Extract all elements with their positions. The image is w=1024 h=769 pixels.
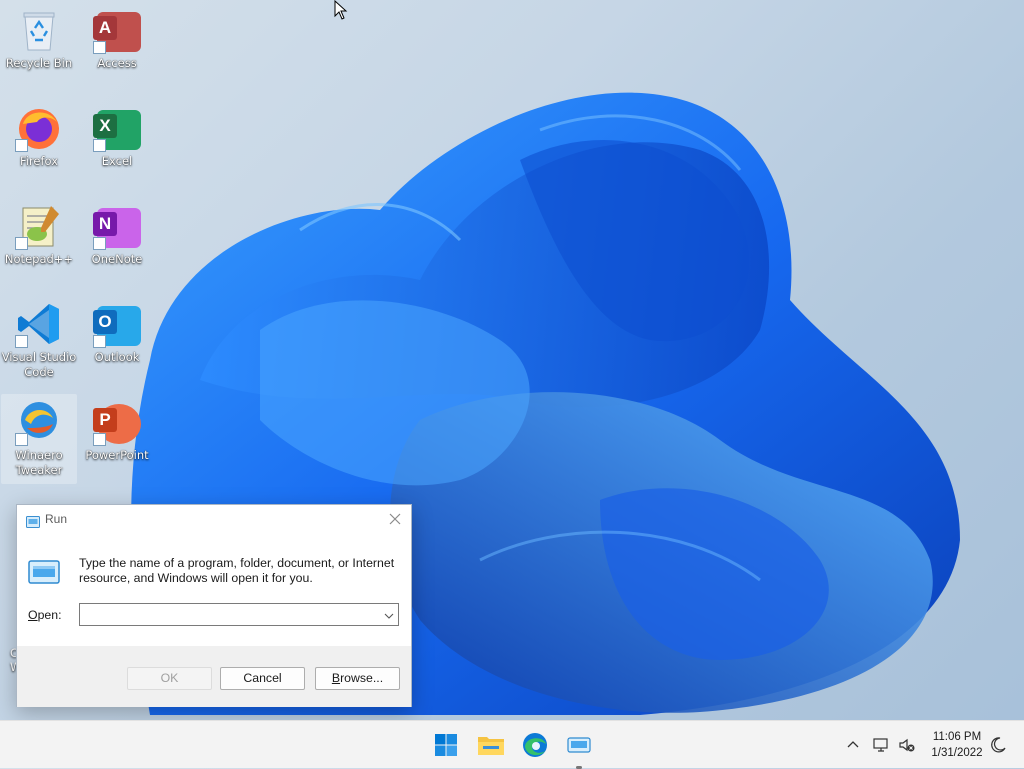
volume-muted-icon[interactable] (897, 735, 917, 755)
desktop-icon-notepad-plus-plus[interactable]: Notepad++ (1, 198, 77, 288)
taskbar-file-explorer[interactable] (475, 729, 507, 761)
browse-button[interactable]: Browse... (315, 667, 400, 690)
desktop-icon-recycle-bin[interactable]: Recycle Bin (1, 2, 77, 92)
taskbar: 11:06 PM 1/31/2022 (0, 720, 1024, 769)
mouse-cursor-icon (334, 0, 348, 20)
run-icon (26, 513, 40, 532)
desktop-icon-onenote[interactable]: N OneNote (79, 198, 155, 288)
desktop-icon-excel[interactable]: X Excel (79, 100, 155, 190)
desktop-icon-label: PowerPoint (85, 448, 149, 462)
desktop-icon-label: Notepad++ (4, 252, 74, 266)
desktop-icon-label: Excel (101, 154, 133, 168)
night-light-icon[interactable] (988, 735, 1008, 755)
desktop-icon-label: Visual Studio Code (1, 350, 77, 379)
desktop-icon-firefox[interactable]: Firefox (1, 100, 77, 190)
desktop-icon-label: Firefox (19, 154, 59, 168)
clock-date: 1/31/2022 (931, 747, 983, 759)
ok-button[interactable]: OK (127, 667, 212, 690)
show-hidden-icons-chevron-icon[interactable] (843, 735, 863, 755)
open-label: Open: (28, 608, 62, 622)
close-icon[interactable] (387, 511, 403, 527)
onenote-icon: N (93, 202, 141, 250)
start-button[interactable] (430, 729, 462, 761)
run-program-icon (28, 560, 60, 588)
desktop-icon-access[interactable]: A Access (79, 2, 155, 92)
run-dialog-title: Run (45, 512, 68, 526)
vscode-icon (15, 300, 63, 348)
powerpoint-icon: P (93, 398, 141, 446)
network-icon[interactable] (871, 735, 891, 755)
clock-time: 11:06 PM (932, 731, 982, 743)
recycle-bin-icon (15, 6, 63, 54)
edge-icon (523, 733, 547, 757)
desktop-icon-label: Recycle Bin (5, 56, 73, 70)
taskbar-run[interactable] (563, 729, 595, 769)
open-combobox[interactable] (79, 603, 399, 626)
access-icon: A (93, 6, 141, 54)
cancel-button[interactable]: Cancel (220, 667, 305, 690)
desktop-icon-label: Winaero Tweaker (15, 448, 63, 477)
excel-icon: X (93, 104, 141, 152)
run-icon (567, 737, 591, 753)
desktop-icon-winaero-tweaker[interactable]: Winaero Tweaker (1, 394, 77, 484)
run-dialog-description: Type the name of a program, folder, docu… (79, 556, 395, 585)
firefox-icon (15, 104, 63, 152)
desktop-icon-label: Access (97, 56, 137, 70)
open-input[interactable] (80, 604, 378, 625)
start-icon (435, 734, 457, 756)
file-explorer-icon (478, 737, 504, 755)
chevron-down-icon[interactable] (382, 608, 396, 621)
desktop-icon-label: OneNote (91, 252, 143, 266)
taskbar-edge[interactable] (519, 729, 551, 761)
winaero-tweaker-icon (15, 398, 63, 446)
run-dialog-footer: OK Cancel Browse... (17, 646, 411, 707)
desktop-icon-outlook[interactable]: O Outlook (79, 296, 155, 386)
run-dialog: Run Type the name of a program, folder, … (16, 504, 412, 707)
desktop-icon-vscode[interactable]: Visual Studio Code (1, 296, 77, 386)
clock[interactable]: 11:06 PM 1/31/2022 (920, 729, 994, 761)
desktop-icon-powerpoint[interactable]: P PowerPoint (79, 394, 155, 484)
run-dialog-titlebar[interactable]: Run (17, 505, 411, 535)
outlook-icon: O (93, 300, 141, 348)
notepad-plus-plus-icon (15, 202, 63, 250)
desktop-icon-label: Outlook (94, 350, 140, 364)
